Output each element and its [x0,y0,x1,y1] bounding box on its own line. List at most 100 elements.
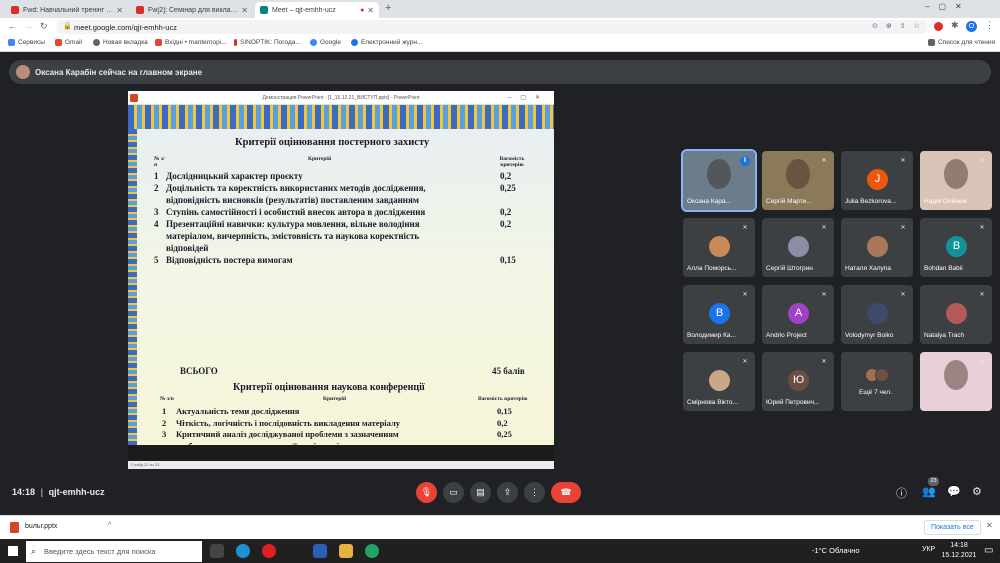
participant-tile[interactable]: ✕ Сергій Марти... [762,151,834,210]
participant-tile[interactable]: Ещё 7 чел. [841,352,913,411]
tab-meet[interactable]: Meet – qjt-emhh-ucz ● ✕ [255,2,379,18]
participant-name: Natalya Trach [924,332,965,339]
chrome-icon[interactable] [365,544,379,558]
close-icon[interactable]: ✕ [367,6,374,15]
mic-off-icon: ✕ [821,225,827,231]
bookmark-new-tab[interactable]: Новая вкладка [93,39,148,46]
slide-title-1: Критерії оцінювання постерного захисту [235,137,430,148]
tab-title: Meet – qjt-emhh-ucz [272,6,336,14]
forward-icon[interactable]: → [24,21,33,31]
back-icon[interactable]: ← [8,21,17,31]
meeting-code: qjt-emhh-ucz [48,487,105,497]
rows1-row-weight: 0,2 [500,207,512,217]
bookmark-gmail[interactable]: Gmail [55,39,82,46]
powerpoint-icon [130,94,138,102]
task-view-icon[interactable] [210,544,224,558]
table2-header-weight: Вагомість критерію [478,396,528,402]
info-icon[interactable]: ⓘ [896,485,907,501]
search-placeholder: Введите здесь текст для поиска [44,547,156,556]
tab-email-training[interactable]: Fwd: Навчальний тренінг з крі ✕ [6,2,128,18]
participant-name: Сергій Марти... [766,198,812,205]
mic-off-icon: ✕ [821,359,827,365]
download-filename[interactable]: buльг.pptx [25,523,57,530]
participant-name: Сергій Штогрин [766,265,813,272]
bookmark-journal[interactable]: Електронний журн... [351,39,422,46]
omnibox-icons[interactable]: ⊙⊕⇧☆ [872,22,928,30]
leave-call-button[interactable]: ☎ [551,482,581,503]
show-all-downloads-button[interactable]: Показать все [924,520,981,535]
rows2-row-number: 3 [162,429,167,439]
reload-icon[interactable]: ↻ [40,21,48,32]
notifications-icon[interactable]: ▭ [984,545,993,556]
table1-header-weight: Вагомість критерію [499,156,525,168]
participant-tile[interactable]: ✕ [920,352,992,411]
extension-icon[interactable] [934,22,943,31]
lock-icon[interactable]: 🔒 [63,22,72,30]
participant-tile[interactable]: ⦀ Оксана Кара... [681,149,757,212]
journal-icon [351,39,358,46]
participant-tile[interactable]: Ю ✕ Юрий Петрович... [762,352,834,411]
participant-name: Алла Поморсь... [687,265,737,272]
chevron-up-icon[interactable]: ^ [108,522,111,529]
camera-icon: ▭ [449,487,458,497]
opera-icon[interactable] [262,544,276,558]
explorer-icon[interactable] [339,544,353,558]
reading-list[interactable]: Список для чтения [928,39,995,46]
close-icon[interactable]: ✕ [986,521,993,530]
weather-text[interactable]: -1°С Облачно [812,546,860,555]
mic-off-icon: ✕ [821,292,827,298]
participant-tile[interactable]: J ✕ Julia Bezkorova... [841,151,913,210]
rows2-row-text: Критичний аналіз досліджуваної проблеми … [176,429,399,439]
avatar: A [788,303,809,324]
participant-tile[interactable]: A ✕ Andrio Project [762,285,834,344]
window-controls[interactable]: –▢✕ [925,2,971,11]
people-icon[interactable]: 👥 [922,485,936,498]
participant-tile[interactable]: ✕ Смірнова Вікто... [683,352,755,411]
menu-icon[interactable]: ⋮ [985,20,994,31]
mic-muted-button[interactable]: 🎙 [416,482,437,503]
participant-tile[interactable]: B ✕ Володимир Ка... [683,285,755,344]
rows2-row-weight: 0,25 [497,429,512,439]
captions-button[interactable]: ▤ [470,482,491,503]
participant-name: Володимир Ка... [687,332,736,339]
edge-icon[interactable] [236,544,250,558]
present-button[interactable]: ⇪ [497,482,518,503]
clock-date[interactable]: 15.12.2021 [940,552,978,559]
table1-total-label: ВСЬОГО [180,366,218,376]
rows1-row-number: 2 [154,183,159,193]
ornament-left [128,129,137,445]
word-icon[interactable] [313,544,327,558]
avatar: B [709,303,730,324]
bookmark-google[interactable]: Google [310,39,341,46]
rows1-row-text: відповідей [166,243,209,253]
avatar-photo [946,303,967,324]
camera-button[interactable]: ▭ [443,482,464,503]
close-icon[interactable]: ✕ [116,6,123,15]
new-tab-button[interactable]: + [385,2,391,14]
activities-icon[interactable]: ⚙ [972,485,982,498]
participant-tile[interactable]: ✕ Надія Олійник [920,151,992,210]
participant-tile[interactable]: ✕ Natalya Trach [920,285,992,344]
close-icon[interactable]: ✕ [241,6,248,15]
participant-tile[interactable]: ✕ Алла Поморсь... [683,218,755,277]
bookmark-sinoptik[interactable]: SINOPTIK: Погода... [234,39,301,46]
windows-start-icon[interactable] [8,546,18,556]
extensions-puzzle-icon[interactable]: ✱ [951,20,959,31]
chat-icon[interactable]: 💬 [947,485,961,498]
ornament-top [128,105,554,129]
participant-tile[interactable]: ✕ Сергій Штогрин [762,218,834,277]
more-options-button[interactable]: ⋮ [524,482,545,503]
download-bar: buльг.pptx ^ Показать все ✕ [0,515,1000,539]
profile-avatar[interactable]: O [966,21,977,32]
address-bar[interactable]: 🔒 meet.google.com/qjt-emhh-ucz ⊙⊕⇧☆ [56,20,928,34]
browser-toolbar: ← → ↻ 🔒 meet.google.com/qjt-emhh-ucz ⊙⊕⇧… [0,18,1000,36]
bookmark-apps[interactable]: Сервисы [8,39,45,46]
clock-time[interactable]: 14:18 [946,542,972,549]
language-indicator[interactable]: УКР [922,546,935,553]
participant-tile[interactable]: B ✕ Bohdan Babii [920,218,992,277]
bookmark-inbox[interactable]: Вхідні • manternopi... [155,39,227,46]
participant-tile[interactable]: ✕ Наталя Халупа [841,218,913,277]
tab-email-seminar[interactable]: Fw[2]: Семінар для викладачів ✕ [131,2,253,18]
taskbar-search[interactable]: ⌕ Введите здесь текст для поиска [26,541,202,562]
participant-tile[interactable]: ✕ Volodymyr Boiko [841,285,913,344]
